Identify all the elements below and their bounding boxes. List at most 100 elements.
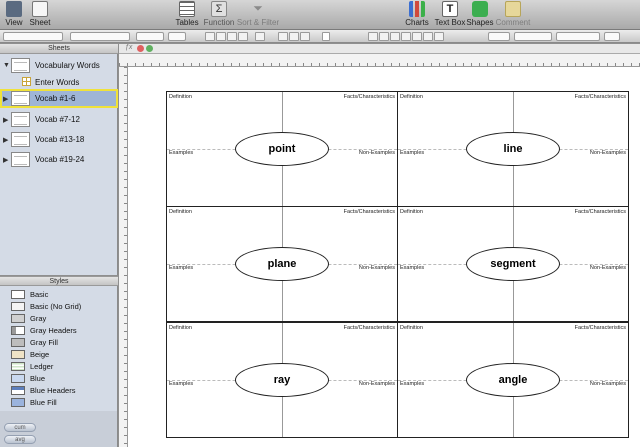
vocab-word-oval[interactable]: line xyxy=(466,132,560,166)
non-examples-label: Non-Examples xyxy=(358,381,395,387)
more-format-button[interactable] xyxy=(412,32,422,41)
currency-button[interactable] xyxy=(368,32,378,41)
table-item-enter-words[interactable]: Enter Words xyxy=(0,75,118,89)
style-item-ledger[interactable]: Ledger xyxy=(0,361,118,372)
instant-calc-avg[interactable]: avg xyxy=(4,435,36,444)
style-item-gray-fill[interactable]: Gray Fill xyxy=(0,337,118,348)
decimal-button[interactable] xyxy=(390,32,400,41)
examples-label: Examples xyxy=(400,150,425,156)
sheet-button[interactable]: Sheet xyxy=(20,1,60,27)
non-examples-label: Non-Examples xyxy=(589,150,626,156)
sheet-thumbnail-icon xyxy=(11,58,30,73)
sheet-item-vocab-7-12[interactable]: ▶ Vocab #7-12 xyxy=(0,110,118,129)
disclosure-right-icon[interactable]: ▶ xyxy=(3,136,8,144)
accept-icon[interactable] xyxy=(146,45,153,52)
sheet-item-vocab-1-6[interactable]: ▶ Vocab #1-6 xyxy=(0,89,118,108)
style-item-beige[interactable]: Beige xyxy=(0,349,118,360)
style-item-blue-headers[interactable]: Blue Headers xyxy=(0,385,118,396)
align-justify-button[interactable] xyxy=(238,32,248,41)
horizontal-ruler[interactable] xyxy=(119,54,640,67)
vocab-word-oval[interactable]: ray xyxy=(235,363,329,397)
wrap-checkbox[interactable] xyxy=(322,32,330,41)
toolbar: View Sheet Tables Σ Function ⏷ Sort & Fi… xyxy=(0,0,640,30)
style-item-gray-headers[interactable]: Gray Headers xyxy=(0,325,118,336)
style-item-basic[interactable]: Basic xyxy=(0,289,118,300)
sheet-item-vocabulary-words[interactable]: ▼ Vocabulary Words xyxy=(0,56,118,75)
valign-bottom-button[interactable] xyxy=(300,32,310,41)
vocab-word-oval[interactable]: angle xyxy=(466,363,560,397)
align-auto-button[interactable] xyxy=(255,32,265,41)
facts-label: Facts/Characteristics xyxy=(343,209,395,215)
style-swatch xyxy=(11,326,25,335)
border-style-select[interactable] xyxy=(488,32,510,41)
style-select[interactable] xyxy=(3,32,63,41)
vertical-ruler[interactable] xyxy=(119,67,128,447)
examples-label: Examples xyxy=(400,265,425,271)
style-swatch xyxy=(11,398,25,407)
align-right-button[interactable] xyxy=(227,32,237,41)
examples-label: Examples xyxy=(169,150,194,156)
style-swatch xyxy=(11,338,25,347)
non-examples-label: Non-Examples xyxy=(589,265,626,271)
vocab-word-oval[interactable]: plane xyxy=(235,247,329,281)
frayer-cell-plane[interactable]: Definition Facts/Characteristics Examples N… xyxy=(166,206,398,322)
style-item-blue-fill[interactable]: Blue Fill xyxy=(0,397,118,408)
disclosure-down-icon[interactable]: ▼ xyxy=(3,62,10,69)
font-size-field[interactable] xyxy=(168,32,186,41)
style-item-basic-no-grid[interactable]: Basic (No Grid) xyxy=(0,301,118,312)
sheet-canvas: Definition Facts/Characteristics Examples N… xyxy=(128,67,640,447)
style-swatch xyxy=(11,374,25,383)
styles-panel: Basic Basic (No Grid) Gray Gray Headers … xyxy=(0,286,118,411)
sheet-thumbnail-icon xyxy=(11,132,30,147)
font-style-select[interactable] xyxy=(136,32,164,41)
valign-top-button[interactable] xyxy=(278,32,288,41)
text-color-well[interactable] xyxy=(604,32,620,41)
cancel-icon[interactable] xyxy=(137,45,144,52)
frayer-cell-segment[interactable]: Definition Facts/Characteristics Examples N… xyxy=(397,206,629,322)
disclosure-right-icon[interactable]: ▶ xyxy=(3,95,8,103)
sort-filter-button[interactable]: ⏷ Sort & Filter xyxy=(237,1,279,27)
frayer-cell-line[interactable]: Definition Facts/Characteristics Examples N… xyxy=(397,91,629,207)
instant-calc-sum[interactable]: cum xyxy=(4,423,36,432)
comment-button[interactable]: Comment xyxy=(493,1,533,27)
checkbox-format-button[interactable] xyxy=(401,32,411,41)
style-swatch xyxy=(11,302,25,311)
non-examples-label: Non-Examples xyxy=(358,265,395,271)
sheet-item-vocab-13-18[interactable]: ▶ Vocab #13-18 xyxy=(0,130,118,149)
definition-label: Definition xyxy=(169,209,192,215)
vocab-word-oval[interactable]: segment xyxy=(466,247,560,281)
definition-label: Definition xyxy=(400,94,423,100)
sheet-icon xyxy=(32,1,48,17)
facts-label: Facts/Characteristics xyxy=(574,209,626,215)
sheet-item-vocab-19-24[interactable]: ▶ Vocab #19-24 xyxy=(0,150,118,169)
align-left-button[interactable] xyxy=(205,32,215,41)
facts-label: Facts/Characteristics xyxy=(343,94,395,100)
decrease-decimal-button[interactable] xyxy=(423,32,433,41)
sheets-header: Sheets xyxy=(0,44,118,54)
style-item-gray[interactable]: Gray xyxy=(0,313,118,324)
increase-decimal-button[interactable] xyxy=(434,32,444,41)
vocab-word-oval[interactable]: point xyxy=(235,132,329,166)
non-examples-label: Non-Examples xyxy=(589,381,626,387)
tables-icon xyxy=(179,1,195,17)
frayer-cell-point[interactable]: Definition Facts/Characteristics Examples N… xyxy=(166,91,398,207)
examples-label: Examples xyxy=(169,381,194,387)
frayer-cell-angle[interactable]: Definition Facts/Characteristics Examples N… xyxy=(397,322,629,438)
style-item-blue[interactable]: Blue xyxy=(0,373,118,384)
disclosure-right-icon[interactable]: ▶ xyxy=(3,156,8,164)
fx-icon[interactable]: ƒx xyxy=(125,44,132,51)
valign-middle-button[interactable] xyxy=(289,32,299,41)
examples-label: Examples xyxy=(169,265,194,271)
percent-button[interactable] xyxy=(379,32,389,41)
definition-label: Definition xyxy=(400,325,423,331)
border-width-select[interactable] xyxy=(514,32,552,41)
disclosure-right-icon[interactable]: ▶ xyxy=(3,116,8,124)
align-center-button[interactable] xyxy=(216,32,226,41)
font-select[interactable] xyxy=(70,32,130,41)
function-button[interactable]: Σ Function xyxy=(199,1,239,27)
definition-label: Definition xyxy=(169,94,192,100)
fill-color-select[interactable] xyxy=(556,32,600,41)
definition-label: Definition xyxy=(169,325,192,331)
frayer-cell-ray[interactable]: Definition Facts/Characteristics Examples N… xyxy=(166,322,398,438)
style-swatch xyxy=(11,350,25,359)
